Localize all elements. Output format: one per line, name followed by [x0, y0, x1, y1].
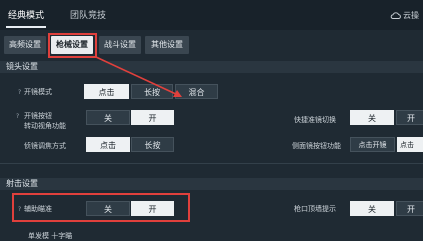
scope-button-on[interactable]: 开: [131, 110, 174, 125]
subtab-high-frequency[interactable]: 高频设置: [4, 36, 46, 54]
side-scope-tap[interactable]: 点击: [397, 137, 423, 152]
label-scope-button-line2: 转动视角功能: [24, 122, 66, 130]
top-bar: 经典模式 团队竞技 云操: [0, 0, 423, 30]
cloud-settings[interactable]: 云操: [390, 10, 419, 21]
label-quick-scope-switch: 快捷准镜切换: [294, 116, 336, 124]
section-shoot-settings: 射击设置: [0, 178, 423, 190]
cloud-label: 云操: [403, 11, 419, 20]
label-muzzle-wall-hint: 枪口顶墙提示: [294, 205, 336, 213]
sub-tab-bar: 高频设置 枪械设置 战斗设置 其他设置: [0, 36, 423, 56]
help-icon[interactable]: ?: [18, 206, 21, 213]
muzzle-hint-off[interactable]: 关: [350, 201, 394, 216]
label-aim-assist: 辅助瞄准: [24, 205, 52, 213]
focus-mode-tap[interactable]: 点击: [86, 137, 130, 152]
label-scope-mode: 开镜模式: [24, 88, 52, 96]
help-icon[interactable]: ?: [18, 89, 21, 96]
scope-mode-tap[interactable]: 点击: [84, 84, 129, 99]
aim-assist-on[interactable]: 开: [131, 201, 174, 216]
quick-switch-off[interactable]: 关: [350, 110, 394, 125]
aim-assist-off[interactable]: 关: [86, 201, 130, 216]
section-lens-settings: 镜头设置: [0, 61, 423, 73]
label-scope-button-line1: 开镜按钮: [24, 112, 52, 120]
label-side-scope-button: 侧面镜按钮功能: [292, 142, 341, 150]
side-scope-tap-open[interactable]: 点击开镜: [350, 137, 395, 152]
quick-switch-on[interactable]: 开: [396, 110, 423, 125]
subtab-weapon-settings[interactable]: 枪械设置: [51, 36, 93, 54]
subtab-combat-settings[interactable]: 战斗设置: [99, 36, 141, 54]
help-icon[interactable]: ?: [16, 113, 19, 120]
scope-mode-hold[interactable]: 长按: [131, 84, 173, 99]
cloud-icon: [390, 12, 401, 19]
muzzle-hint-on[interactable]: 开: [396, 201, 423, 216]
scope-mode-mixed[interactable]: 混合: [175, 84, 218, 99]
tab-team-deathmatch[interactable]: 团队竞技: [62, 7, 114, 25]
label-focus-mode: 侦镜调焦方式: [24, 142, 66, 150]
focus-mode-hold[interactable]: 长按: [131, 137, 174, 152]
scope-button-off[interactable]: 关: [86, 110, 130, 125]
tab-classic-mode[interactable]: 经典模式: [0, 7, 52, 28]
subtab-other-settings[interactable]: 其他设置: [145, 36, 189, 54]
divider: [0, 163, 423, 164]
